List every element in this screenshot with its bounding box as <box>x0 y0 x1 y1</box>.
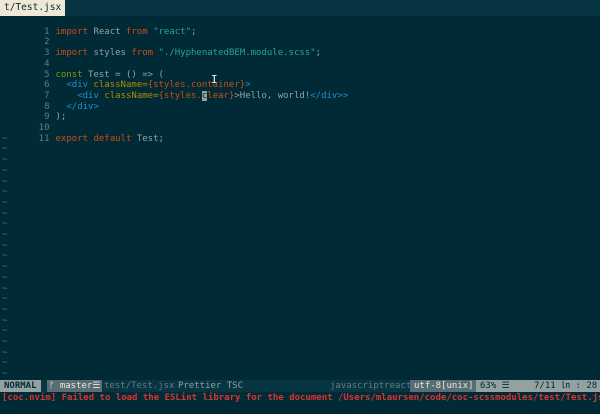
empty-line-tilde: ~ <box>2 230 8 240</box>
empty-line-tilde: ~ <box>2 337 8 347</box>
empty-line-tilde: ~ <box>2 358 8 369</box>
empty-line-tilde: ~ <box>2 155 8 166</box>
tabline: t/Test.jsx <box>0 0 600 16</box>
code-line: 6 <div className={styles.container}> <box>0 70 600 90</box>
tab-test-jsx[interactable]: t/Test.jsx <box>0 0 66 16</box>
empty-line-tilde: ~ <box>2 187 8 198</box>
editor-buffer[interactable]: 1 import React from "react"; 2 3 import st… <box>0 16 600 380</box>
code-line: 1 import React from "react"; <box>0 16 600 37</box>
code-line: 5 const Test = () => ( <box>0 59 600 80</box>
code-line: 2 <box>0 27 600 47</box>
encoding: utf-8[unix] <box>410 380 478 392</box>
empty-line-tilde: ~ <box>2 326 8 337</box>
scroll-percent: 63% ☰ <box>476 380 538 392</box>
empty-line-tilde: ~ <box>2 240 8 251</box>
vim-window: t/Test.jsx 1 import React from "react"; 2… <box>0 0 600 414</box>
code-line: 8 </div> <box>0 91 600 112</box>
cursor-position: 7/11 ㏑ : 28 <box>530 380 600 392</box>
empty-line-tilde: ~ <box>2 272 8 283</box>
code-line: 11 export default Test; <box>0 123 600 144</box>
statusline: NORMAL ᚠ master☰ test/Test.jsx Prettier … <box>0 380 600 392</box>
empty-line-tilde: ~ <box>2 262 8 273</box>
empty-line-tilde: ~ <box>2 283 8 294</box>
code-line: 7 <div className={styles.clear}>Hello, w… <box>0 80 600 101</box>
empty-line-tilde: ~ <box>2 347 8 358</box>
empty-line-tilde: ~ <box>2 294 8 305</box>
empty-line-tilde: ~ <box>2 197 8 208</box>
file-path: test/Test.jsx <box>104 381 175 391</box>
empty-line-tilde: ~ <box>2 165 8 176</box>
empty-line-tilde: ~ <box>2 315 8 326</box>
filetype: javascriptreact <box>330 381 412 391</box>
active-tools: Prettier TSC <box>178 381 244 391</box>
code-line: 3 import styles from "./HyphenatedBEM.mod… <box>0 37 600 58</box>
text-select-cursor-icon: I <box>211 73 218 86</box>
code-line: 4 <box>0 48 600 69</box>
git-branch: ᚠ master☰ <box>47 380 103 392</box>
empty-line-tilde: ~ <box>2 176 8 187</box>
error-message: [coc.nvim] Failed to load the ESLint lib… <box>2 393 600 403</box>
empty-line-tilde: ~ <box>2 369 8 380</box>
empty-line-tilde: ~ <box>2 144 8 155</box>
empty-line-tilde: ~ <box>2 251 8 262</box>
mode-indicator: NORMAL <box>0 380 41 392</box>
code-line: 10 <box>0 112 600 133</box>
empty-line-tilde: ~ <box>2 304 8 315</box>
empty-line-tilde: ~ <box>2 208 8 219</box>
empty-line-tilde: ~ <box>2 133 8 144</box>
empty-line-tilde: ~ <box>2 219 8 230</box>
code-line: 9); <box>0 102 600 122</box>
